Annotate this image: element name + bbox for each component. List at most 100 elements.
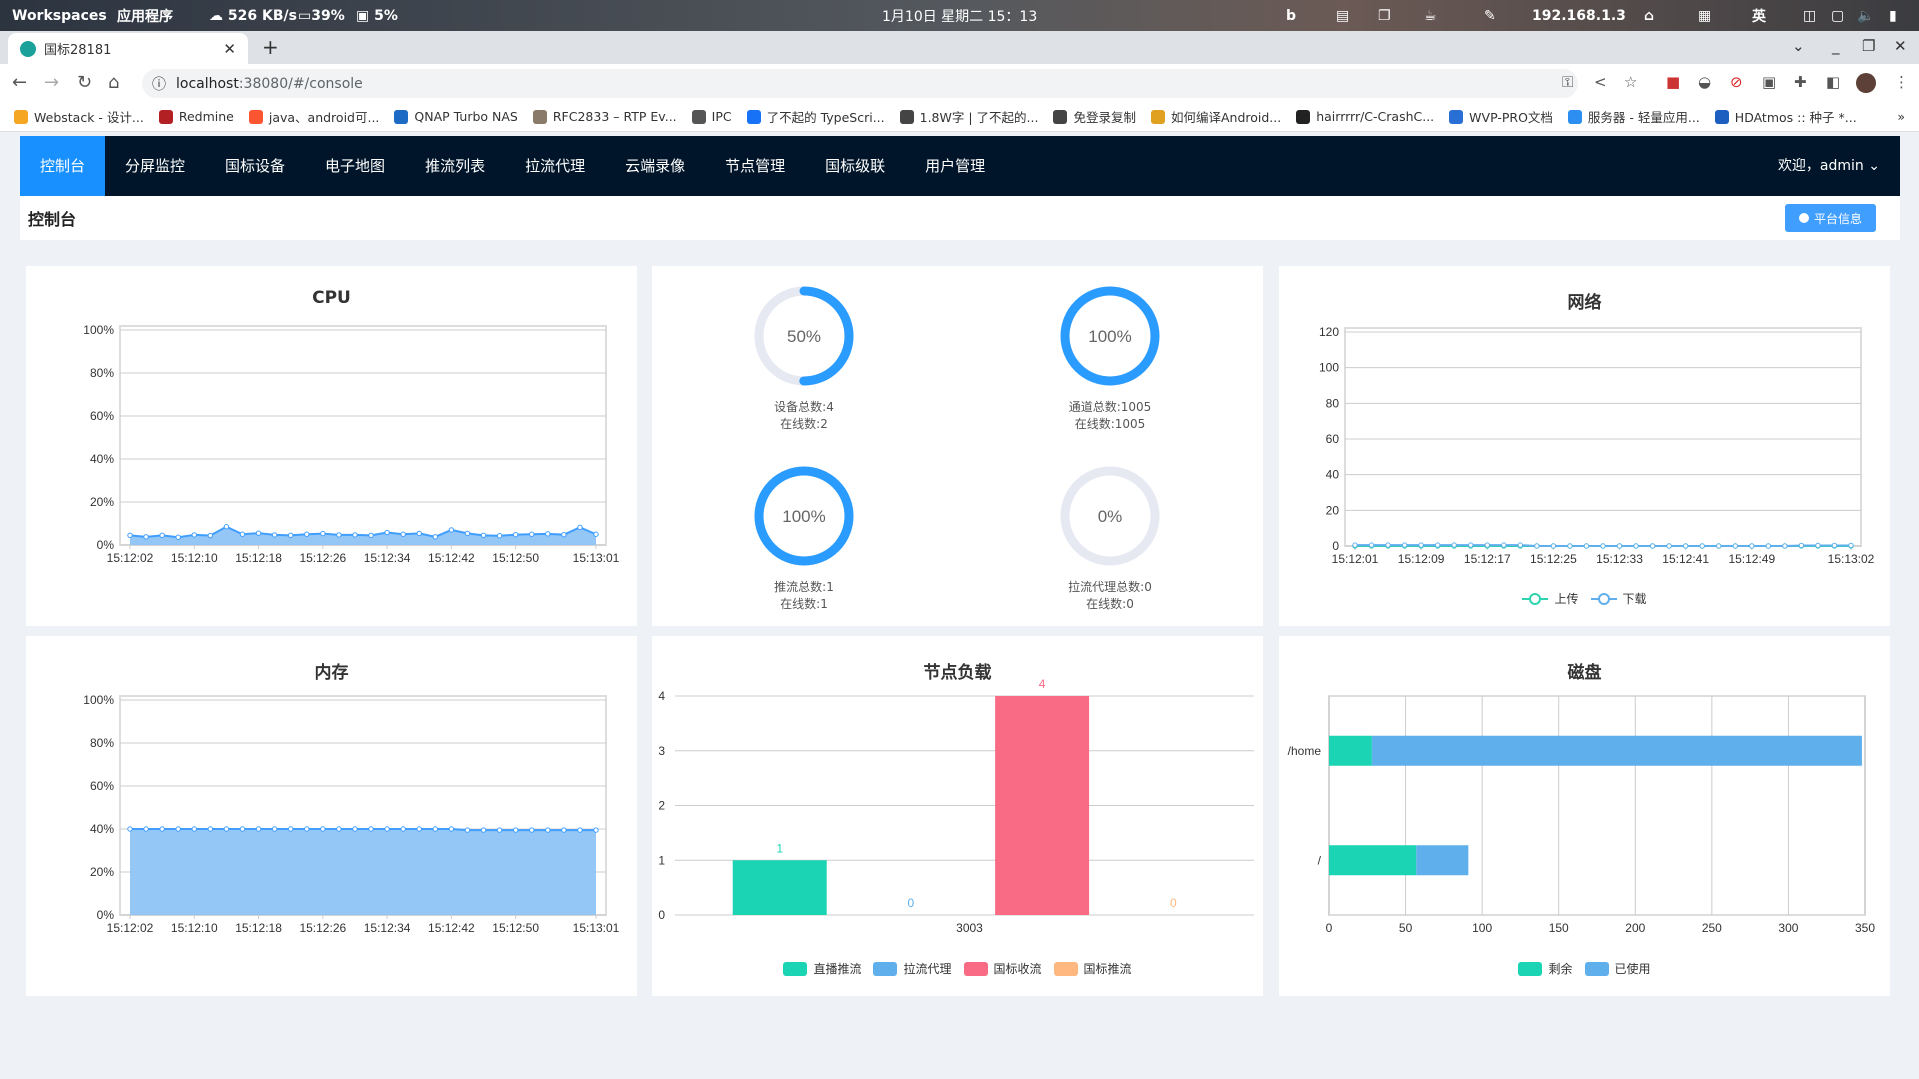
browser-tab[interactable]: 国标28181 ✕ xyxy=(8,33,248,64)
forward-icon[interactable]: → xyxy=(44,72,59,93)
legend-label: 上传 xyxy=(1554,592,1579,606)
legend-label: 拉流代理 xyxy=(903,962,952,976)
reload-icon[interactable]: ↻ xyxy=(77,72,92,93)
legend-download[interactable]: 下载 xyxy=(1590,590,1647,607)
bookmark-item[interactable]: HDAtmos :: 种子 *... xyxy=(1714,107,1857,126)
copy-icon[interactable]: ❐ xyxy=(1378,8,1391,24)
display-icon[interactable]: ▦ xyxy=(1698,8,1711,24)
user-menu[interactable]: 欢迎，admin ⌄ xyxy=(1778,136,1880,196)
page-title: 控制台 xyxy=(28,210,77,229)
x-tick-label: 15:12:50 xyxy=(492,921,539,935)
extensions-icon[interactable]: ✚ xyxy=(1794,73,1807,91)
data-point xyxy=(1831,542,1838,549)
clock[interactable]: 1月10日 星期二 15：13 xyxy=(882,6,1037,26)
data-point xyxy=(1732,543,1738,549)
legend-item[interactable]: 直播推流 xyxy=(783,960,861,977)
restore-icon[interactable]: ❐ xyxy=(1862,37,1875,55)
net-speed: ☁ 526 KB/s xyxy=(209,7,297,24)
nav-item[interactable]: 节点管理 xyxy=(705,136,805,196)
bookmark-item[interactable]: Redmine xyxy=(158,109,234,124)
mask-extension-icon[interactable]: ◒ xyxy=(1698,73,1711,91)
bing-icon[interactable]: b xyxy=(1286,8,1296,24)
bookmark-item[interactable]: 如何编译Android... xyxy=(1150,107,1281,126)
nav-item[interactable]: 云端录像 xyxy=(605,136,705,196)
bookmark-star-icon[interactable]: ☆ xyxy=(1624,73,1637,91)
chevron-down-icon: ⌄ xyxy=(1868,158,1880,174)
legend-item[interactable]: 已使用 xyxy=(1584,960,1651,977)
share-icon[interactable]: < xyxy=(1594,73,1607,91)
nav-item[interactable]: 控制台 xyxy=(20,136,106,196)
home-icon[interactable]: ⌂ xyxy=(1644,8,1654,24)
bookmark-item[interactable]: 1.8W字 | 了不起的... xyxy=(899,107,1038,126)
apps-menu[interactable]: 应用程序 xyxy=(117,6,173,26)
nav-item[interactable]: 拉流代理 xyxy=(505,136,605,196)
tray-icon[interactable]: ▤ xyxy=(1336,8,1349,24)
data-point xyxy=(593,827,599,833)
js-extension-icon[interactable]: ■ xyxy=(1666,73,1680,91)
node-load-legend: 直播推流 拉流代理 国标收流 国标推流 xyxy=(652,960,1263,977)
system-top-bar: Workspaces 应用程序 ☁ 526 KB/s ▭39% ▣ 5% 1月1… xyxy=(0,0,1919,31)
bookmark-item[interactable]: WVP-PRO文档 xyxy=(1449,107,1553,126)
block-extension-icon[interactable]: ⊘ xyxy=(1730,73,1743,91)
bookmark-favicon-icon xyxy=(1053,109,1068,124)
coffee-icon[interactable]: ☕ xyxy=(1424,8,1437,24)
nav-item[interactable]: 国标设备 xyxy=(205,136,305,196)
bookmark-item[interactable]: IPC xyxy=(691,109,732,124)
data-point xyxy=(1368,542,1375,548)
battery-icon[interactable]: ▮ xyxy=(1889,8,1897,24)
nav-item[interactable]: 国标级联 xyxy=(805,136,905,196)
legend-label: 剩余 xyxy=(1548,962,1573,976)
picker-icon[interactable]: ✎ xyxy=(1484,8,1496,24)
legend-item[interactable]: 剩余 xyxy=(1518,960,1573,977)
data-point xyxy=(1666,543,1672,549)
close-window-icon[interactable]: ✕ xyxy=(1894,37,1907,55)
legend-item[interactable]: 国标收流 xyxy=(963,960,1042,977)
gauge-percent: 100% xyxy=(1088,327,1131,346)
home-icon[interactable]: ⌂ xyxy=(108,72,119,93)
bookmark-item[interactable]: 了不起的 TypeScri... xyxy=(746,107,885,126)
bookmark-label: QNAP Turbo NAS xyxy=(414,109,518,124)
legend-item[interactable]: 拉流代理 xyxy=(873,960,952,977)
back-icon[interactable]: ← xyxy=(12,72,27,93)
qr-extension-icon[interactable]: ▣ xyxy=(1762,73,1776,91)
window-icon[interactable]: ◫ xyxy=(1803,8,1816,24)
tab-search-icon[interactable]: ⌄ xyxy=(1792,37,1805,55)
x-tick-label: 15:12:10 xyxy=(171,921,218,935)
legend-item[interactable]: 国标推流 xyxy=(1053,960,1132,977)
minimize-icon[interactable]: _ xyxy=(1832,37,1840,55)
ime-indicator[interactable]: 英 xyxy=(1752,6,1766,26)
site-info-icon[interactable]: ⓘ xyxy=(152,74,166,94)
y-tick-label: 3 xyxy=(658,744,665,758)
volume-icon[interactable]: 🔈 xyxy=(1857,8,1874,24)
net-speed-value: 526 KB/s xyxy=(227,7,297,24)
key-icon[interactable]: ⚿ xyxy=(1562,73,1573,91)
bookmark-item[interactable]: java、android可... xyxy=(248,107,379,126)
bookmark-item[interactable]: Webstack - 设计... xyxy=(14,107,144,126)
x-tick-label: 100 xyxy=(1472,921,1492,935)
bookmark-item[interactable]: hairrrrr/C-CrashC... xyxy=(1296,109,1434,124)
nav-item[interactable]: 用户管理 xyxy=(905,136,1005,196)
legend-upload[interactable]: 上传 xyxy=(1522,590,1579,607)
new-tab-icon[interactable]: + xyxy=(262,35,279,59)
side-panel-icon[interactable]: ◧ xyxy=(1826,73,1840,91)
screen-icon[interactable]: ▢ xyxy=(1831,8,1844,24)
data-point xyxy=(239,531,246,537)
nav-item[interactable]: 电子地图 xyxy=(305,136,405,196)
nav-item[interactable]: 分屏监控 xyxy=(105,136,205,196)
bookmark-item[interactable]: QNAP Turbo NAS xyxy=(394,109,518,124)
data-point xyxy=(432,826,439,832)
workspaces-button[interactable]: Workspaces xyxy=(12,8,107,24)
bookmark-item[interactable]: RFC2833 – RTP Ev... xyxy=(532,109,677,124)
y-tick-label: 80% xyxy=(90,366,114,380)
menu-icon[interactable]: ⋮ xyxy=(1894,73,1909,91)
bookmark-item[interactable]: 免登录复制 xyxy=(1053,107,1136,126)
more-bookmarks-icon[interactable]: » xyxy=(1897,109,1905,124)
data-point xyxy=(512,531,519,538)
platform-info-button[interactable]: 平台信息 xyxy=(1784,204,1876,232)
close-tab-icon[interactable]: ✕ xyxy=(223,40,236,58)
nav-item[interactable]: 推流列表 xyxy=(405,136,505,196)
url-input[interactable]: ⓘ localhost:38080/#/console xyxy=(142,69,1578,98)
data-point xyxy=(1716,543,1722,549)
profile-avatar[interactable] xyxy=(1856,73,1876,93)
bookmark-item[interactable]: 服务器 - 轻量应用... xyxy=(1567,107,1700,126)
